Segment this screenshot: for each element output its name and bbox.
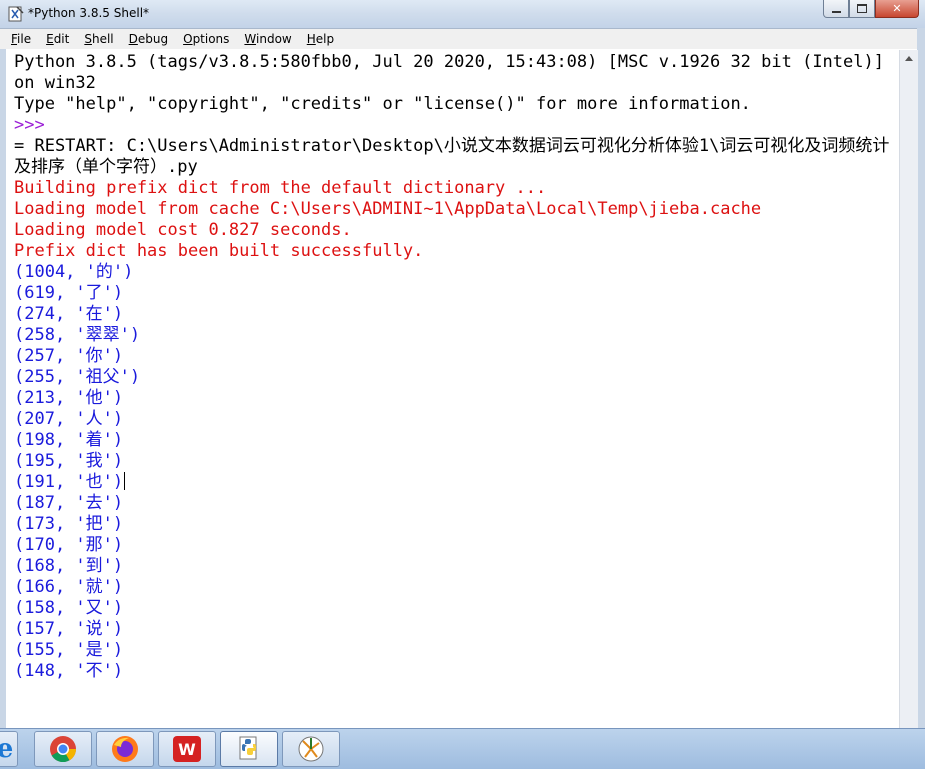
output-line: (157, '说') — [14, 619, 124, 639]
menu-help[interactable]: Help — [304, 32, 337, 46]
idle-icon — [298, 736, 324, 762]
stderr-line: Prefix dict has been built successfully. — [14, 241, 424, 261]
shell-text-area[interactable]: Python 3.8.5 (tags/v3.8.5:580fbb0, Jul 2… — [6, 50, 899, 728]
output-line: (195, '我') — [14, 451, 124, 471]
scroll-up-button[interactable] — [900, 50, 917, 67]
output-line: (187, '去') — [14, 493, 124, 513]
taskbar-python-button[interactable] — [220, 731, 278, 767]
stderr-line: Loading model from cache C:\Users\ADMINI… — [14, 199, 762, 219]
output-line: (158, '又') — [14, 598, 124, 618]
python-icon — [239, 736, 257, 760]
menu-file[interactable]: File — [8, 32, 34, 46]
output-line: (191, '也') — [14, 472, 124, 492]
restart-line: = RESTART: C:\Users\Administrator\Deskto… — [14, 136, 890, 177]
output-line: (170, '那') — [14, 535, 124, 555]
output-line: (1004, '的') — [14, 262, 134, 282]
menu-shell[interactable]: Shell — [81, 32, 116, 46]
output-line: (198, '着') — [14, 430, 124, 450]
system-tray — [831, 733, 921, 765]
output-line: (274, '在') — [14, 304, 124, 324]
output-line: (155, '是') — [14, 640, 124, 660]
maximize-button[interactable] — [849, 0, 875, 18]
info-line: Type "help", "copyright", "credits" or "… — [14, 94, 751, 114]
close-icon: ✕ — [892, 2, 902, 15]
chrome-icon — [50, 736, 77, 763]
title-bar[interactable]: *Python 3.8.5 Shell* ✕ — [0, 0, 925, 29]
firefox-icon — [112, 736, 138, 762]
minimize-icon — [831, 10, 841, 13]
menu-options[interactable]: Options — [180, 32, 232, 46]
arrow-up-icon — [904, 56, 913, 61]
python-banner: Python 3.8.5 (tags/v3.8.5:580fbb0, Jul 2… — [14, 52, 895, 93]
menu-debug[interactable]: Debug — [126, 32, 171, 46]
output-line: (173, '把') — [14, 514, 124, 534]
output-line: (213, '他') — [14, 388, 124, 408]
menu-window[interactable]: Window — [241, 32, 294, 46]
stderr-line: Loading model cost 0.827 seconds. — [14, 220, 352, 240]
stderr-line: Building prefix dict from the default di… — [14, 178, 547, 198]
output-line: (168, '到') — [14, 556, 124, 576]
menu-bar: File Edit Shell Debug Options Window Help — [0, 29, 917, 49]
wps-icon: W — [173, 736, 201, 762]
output-line: (207, '人') — [14, 409, 124, 429]
menu-edit[interactable]: Edit — [43, 32, 72, 46]
taskbar-wps-button[interactable]: W — [158, 731, 216, 767]
text-caret — [124, 472, 126, 490]
taskbar-chrome-button[interactable] — [34, 731, 92, 767]
ie-icon: e — [0, 734, 14, 764]
output-line: (166, '就') — [14, 577, 124, 597]
taskbar: e W — [0, 728, 925, 769]
output-line: (148, '不') — [14, 661, 124, 681]
shell-prompt: >>> — [14, 115, 55, 135]
idle-app-icon — [8, 6, 24, 22]
taskbar-idle-button[interactable] — [282, 731, 340, 767]
output-line: (258, '翠翠') — [14, 325, 141, 345]
output-line: (255, '祖父') — [14, 367, 141, 387]
maximize-icon — [857, 4, 867, 13]
taskbar-firefox-button[interactable] — [96, 731, 154, 767]
minimize-button[interactable] — [823, 0, 849, 18]
close-button[interactable]: ✕ — [875, 0, 919, 18]
window-title: *Python 3.8.5 Shell* — [28, 6, 150, 20]
window-frame-right — [917, 28, 925, 728]
taskbar-ie-button[interactable]: e — [0, 731, 18, 767]
vertical-scrollbar[interactable] — [899, 50, 918, 728]
output-line: (257, '你') — [14, 346, 124, 366]
output-line: (619, '了') — [14, 283, 124, 303]
